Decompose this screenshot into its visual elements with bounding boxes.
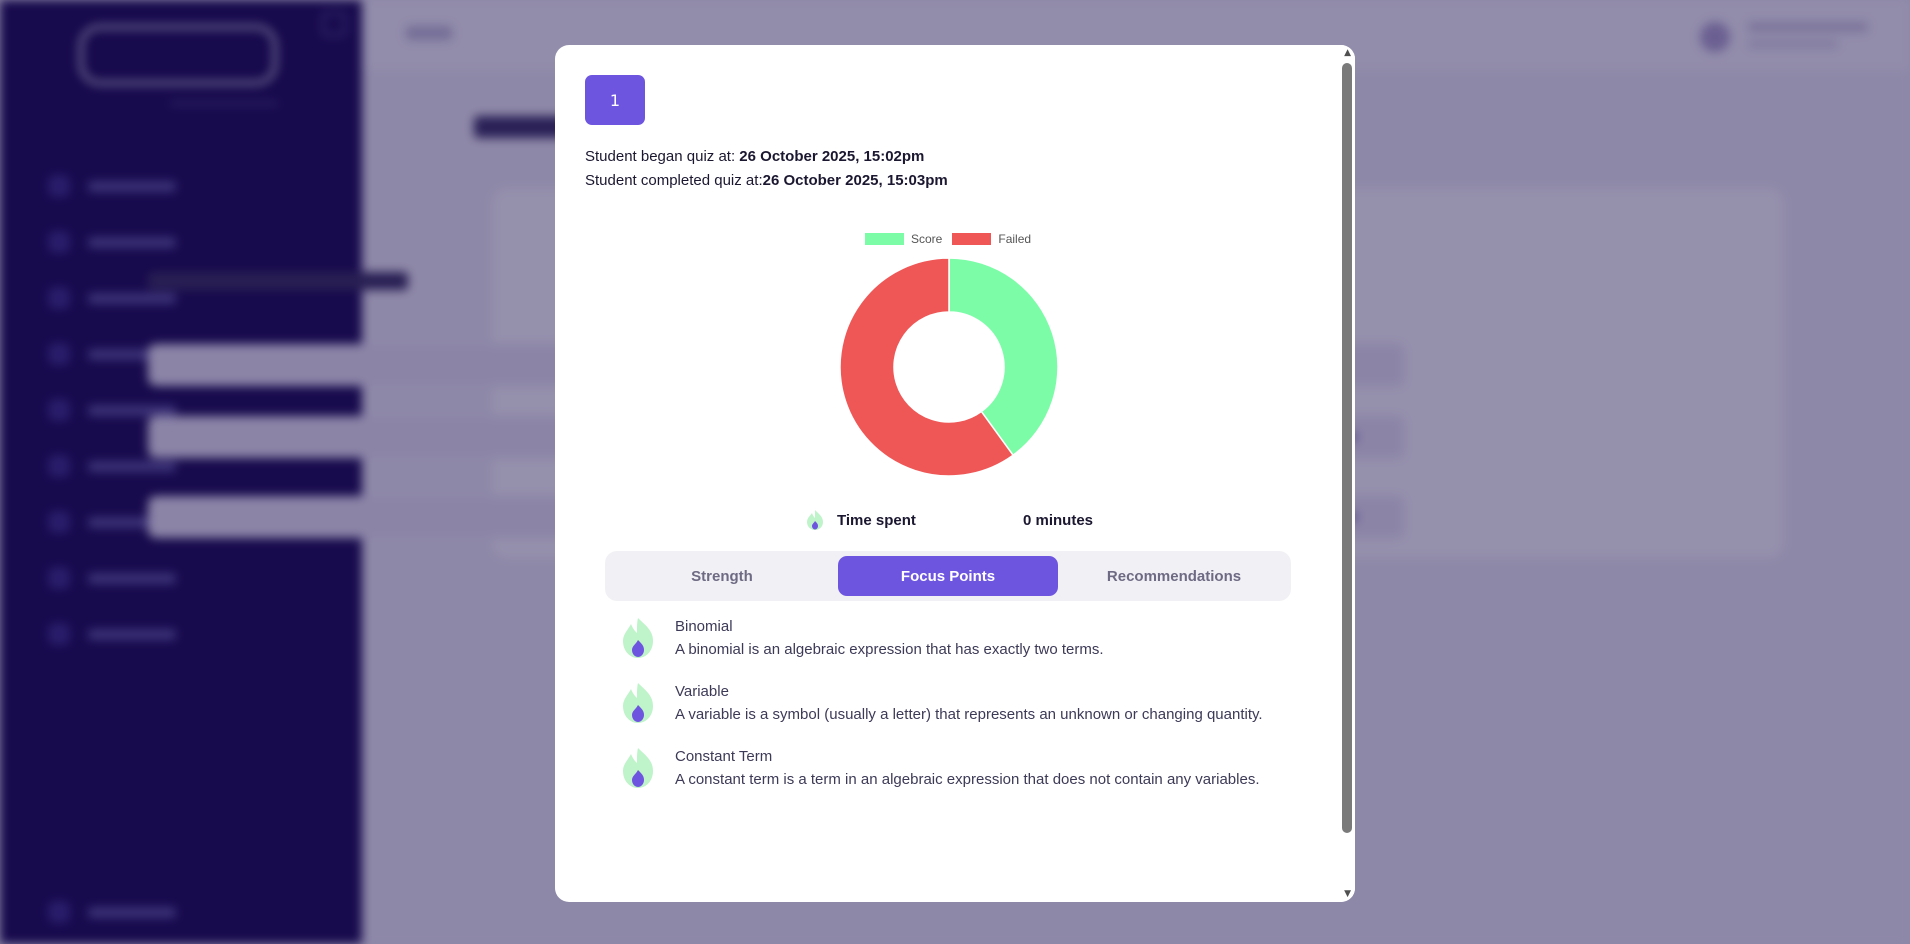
focus-point-text: Variable A variable is a symbol (usually… <box>675 681 1263 723</box>
chart-legend: Score Failed <box>865 232 1041 246</box>
focus-point-title: Variable <box>675 683 729 700</box>
tab-recommendations[interactable]: Recommendations <box>1064 556 1284 596</box>
scrollbar-thumb[interactable] <box>1342 63 1352 833</box>
list-item: Constant Term A constant term is a term … <box>619 746 1299 811</box>
focus-point-description: A constant term is a term in an algebrai… <box>675 771 1260 788</box>
legend-label-failed: Failed <box>998 232 1032 246</box>
focus-point-title: Binomial <box>675 618 733 635</box>
flame-icon <box>623 748 653 788</box>
time-spent-label: Time spent <box>837 511 916 529</box>
time-spent-value: 0 minutes <box>1023 511 1094 529</box>
legend-item-failed[interactable]: Failed <box>952 232 1031 246</box>
quiz-completed-value: 26 October 2025, 15:03pm <box>762 172 948 189</box>
result-tabs: Strength Focus Points Recommendations <box>605 551 1291 601</box>
attempt-number-badge[interactable]: 1 <box>585 75 645 125</box>
quiz-begin-time: Student began quiz at: 26 October 2025, … <box>585 148 924 165</box>
list-item: Binomial A binomial is an algebraic expr… <box>619 616 1299 681</box>
quiz-result-modal: ▲ ▼ 1 Student began quiz at: 26 October … <box>555 45 1355 902</box>
quiz-begin-value: 26 October 2025, 15:02pm <box>739 148 925 165</box>
focus-point-text: Binomial A binomial is an algebraic expr… <box>675 616 1104 658</box>
tab-strength[interactable]: Strength <box>612 556 832 596</box>
list-item: Variable A variable is a symbol (usually… <box>619 681 1299 746</box>
focus-point-title: Constant Term <box>675 748 773 765</box>
flame-icon <box>623 683 653 723</box>
quiz-begin-label: Student began quiz at: <box>585 148 740 165</box>
quiz-completed-time: Student completed quiz at:26 October 202… <box>585 172 948 189</box>
focus-points-list: Binomial A binomial is an algebraic expr… <box>619 616 1299 811</box>
tab-focus-points[interactable]: Focus Points <box>838 556 1058 596</box>
flame-icon <box>623 618 653 658</box>
flame-icon <box>807 510 823 530</box>
score-donut-chart <box>839 257 1059 477</box>
focus-point-description: A binomial is an algebraic expression th… <box>675 641 1104 658</box>
legend-item-score[interactable]: Score <box>865 232 942 246</box>
scroll-up-icon[interactable]: ▲ <box>1344 48 1351 58</box>
legend-swatch-score <box>865 233 904 245</box>
focus-point-description: A variable is a symbol (usually a letter… <box>675 706 1263 723</box>
quiz-completed-label: Student completed quiz at: <box>585 172 763 189</box>
focus-point-text: Constant Term A constant term is a term … <box>675 746 1260 788</box>
legend-label-score: Score <box>911 232 943 246</box>
modal-scrollbar[interactable]: ▲ ▼ <box>1338 45 1355 902</box>
legend-swatch-failed <box>952 233 992 245</box>
time-spent-row: Time spent 0 minutes <box>805 509 1093 531</box>
scroll-down-icon[interactable]: ▼ <box>1344 889 1351 899</box>
